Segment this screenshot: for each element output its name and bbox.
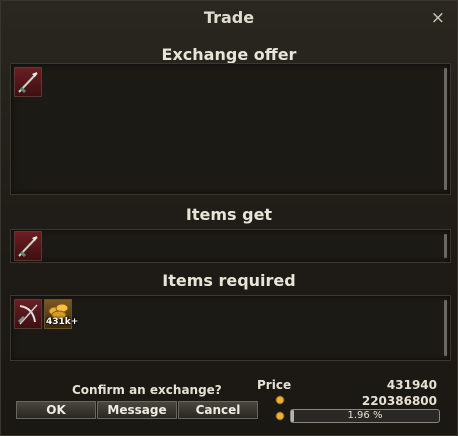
items-required-panel: 431k+ <box>10 295 451 361</box>
title-bar: Trade × <box>1 1 457 35</box>
ok-button[interactable]: OK <box>16 401 96 419</box>
items-get-title: Items get <box>185 205 273 224</box>
gold-coin-icon <box>275 395 285 405</box>
progress-text: 1.96 % <box>347 410 383 421</box>
items-get-panel <box>10 229 451 263</box>
progress-bar: 1.96 % <box>290 409 440 423</box>
exchange-offer-title: Exchange offer <box>161 45 297 64</box>
price-label: Price <box>257 378 292 392</box>
window-title: Trade <box>203 8 255 27</box>
items-required-title: Items required <box>162 271 296 290</box>
message-button[interactable]: Message <box>97 401 177 419</box>
gold-value: 220386800 <box>361 394 437 408</box>
trade-footer: Confirm an exchange? OK Message Cancel P… <box>10 373 449 428</box>
items-get-scrollbar[interactable] <box>444 234 447 258</box>
required-item-slot-gold[interactable]: 431k+ <box>44 299 78 329</box>
gold-amount-badge: 431k+ <box>46 317 79 327</box>
trade-window: Trade × Exchange offer Items get Items r… <box>0 0 458 436</box>
spear-icon <box>18 236 38 258</box>
get-item-slot[interactable] <box>14 231 42 261</box>
close-icon[interactable]: × <box>431 1 445 35</box>
items-required-scrollbar[interactable] <box>444 300 447 356</box>
cancel-button[interactable]: Cancel <box>178 401 258 419</box>
gold-coin-icon-2 <box>275 411 285 421</box>
required-item-slot-crossbow[interactable] <box>14 299 42 329</box>
confirm-text: Confirm an exchange? <box>72 383 222 397</box>
exchange-offer-scrollbar[interactable] <box>444 68 447 190</box>
crossbow-icon <box>17 304 38 325</box>
price-value: 431940 <box>386 378 437 392</box>
offer-item-slot[interactable] <box>14 67 42 97</box>
exchange-offer-panel <box>10 63 451 195</box>
spear-icon <box>18 72 38 94</box>
